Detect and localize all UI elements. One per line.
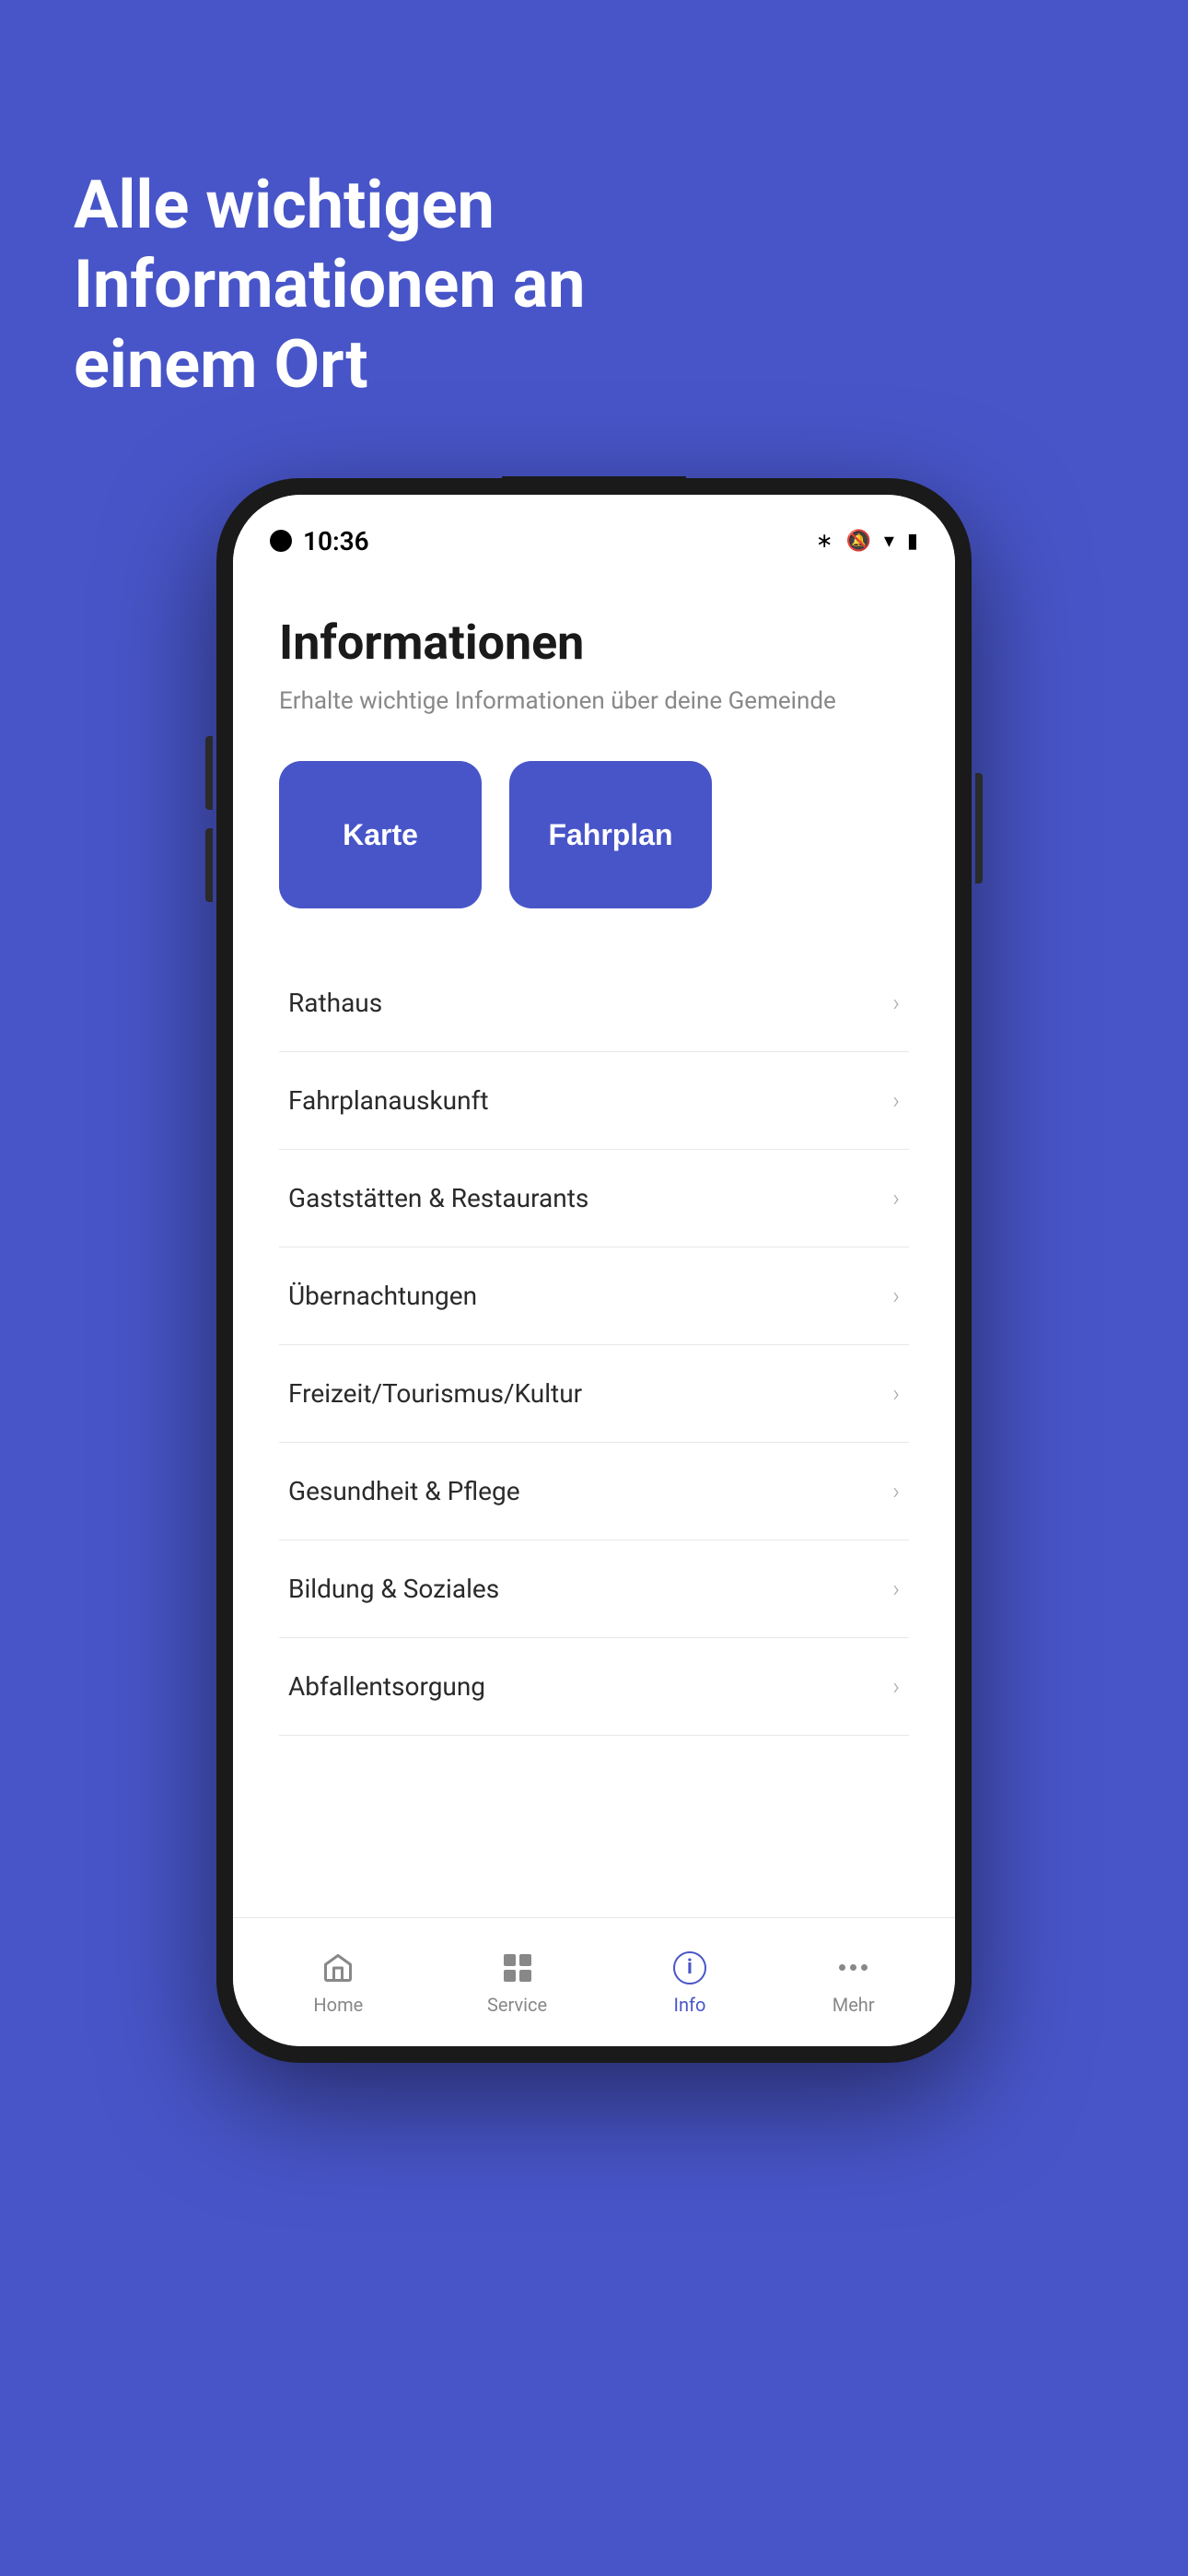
chevron-right-icon: › [892, 1185, 900, 1212]
fahrplan-button[interactable]: Fahrplan [509, 761, 712, 908]
phone-screen: 10:36 ∗ 🔕 ▾ ▮ Informationen Erhalte wich… [233, 495, 955, 2046]
bluetooth-icon: ∗ [816, 530, 833, 553]
nav-mehr-label: Mehr [833, 1994, 875, 2016]
chevron-right-icon: › [892, 1087, 900, 1115]
status-icons: ∗ 🔕 ▾ ▮ [816, 530, 918, 553]
more-icon [835, 1950, 872, 1986]
nav-service[interactable]: Service [460, 1940, 575, 2025]
status-time: 10:36 [270, 526, 369, 556]
bell-silent-icon: 🔕 [845, 530, 870, 553]
bottom-navigation: Home Service i Info [233, 1917, 955, 2046]
menu-item-rathaus[interactable]: Rathaus › [279, 954, 909, 1052]
menu-item-bildung[interactable]: Bildung & Soziales › [279, 1540, 909, 1638]
app-content: Informationen Erhalte wichtige Informati… [233, 568, 955, 1917]
home-icon [320, 1950, 356, 1986]
nav-home[interactable]: Home [285, 1940, 390, 2025]
menu-list: Rathaus › Fahrplanauskunft › Gaststätten… [279, 954, 909, 1917]
status-bar: 10:36 ∗ 🔕 ▾ ▮ [233, 495, 955, 568]
app-title: Informationen [279, 615, 909, 671]
camera-icon [270, 530, 292, 552]
nav-info-label: Info [674, 1994, 706, 2016]
menu-item-gaststaetten[interactable]: Gaststätten & Restaurants › [279, 1150, 909, 1247]
chevron-right-icon: › [892, 1575, 900, 1603]
volume-up-button [205, 736, 213, 810]
info-icon: i [671, 1950, 708, 1986]
page-hero-title: Alle wichtigen Informationen an einem Or… [0, 0, 737, 460]
nav-info[interactable]: i Info [644, 1940, 736, 2025]
nav-mehr[interactable]: Mehr [805, 1940, 903, 2025]
menu-item-freizeit[interactable]: Freizeit/Tourismus/Kultur › [279, 1345, 909, 1443]
nav-service-label: Service [487, 1994, 547, 2016]
menu-item-abfall[interactable]: Abfallentsorgung › [279, 1638, 909, 1736]
chevron-right-icon: › [892, 1282, 900, 1310]
menu-item-gesundheit[interactable]: Gesundheit & Pflege › [279, 1443, 909, 1540]
volume-down-button [205, 828, 213, 902]
chevron-right-icon: › [892, 1478, 900, 1505]
service-grid-icon [499, 1950, 536, 1986]
chevron-right-icon: › [892, 1673, 900, 1701]
phone-mockup: 10:36 ∗ 🔕 ▾ ▮ Informationen Erhalte wich… [216, 478, 972, 2063]
karte-button[interactable]: Karte [279, 761, 482, 908]
app-subtitle: Erhalte wichtige Informationen über dein… [279, 687, 909, 715]
menu-item-uebernachtungen[interactable]: Übernachtungen › [279, 1247, 909, 1345]
power-button [975, 773, 983, 884]
menu-item-fahrplanauskunft[interactable]: Fahrplanauskunft › [279, 1052, 909, 1150]
wifi-icon: ▾ [884, 530, 894, 553]
chevron-right-icon: › [892, 989, 900, 1017]
nav-home-label: Home [313, 1994, 363, 2016]
action-buttons-row: Karte Fahrplan [279, 761, 909, 908]
battery-icon: ▮ [907, 530, 918, 553]
chevron-right-icon: › [892, 1380, 900, 1408]
